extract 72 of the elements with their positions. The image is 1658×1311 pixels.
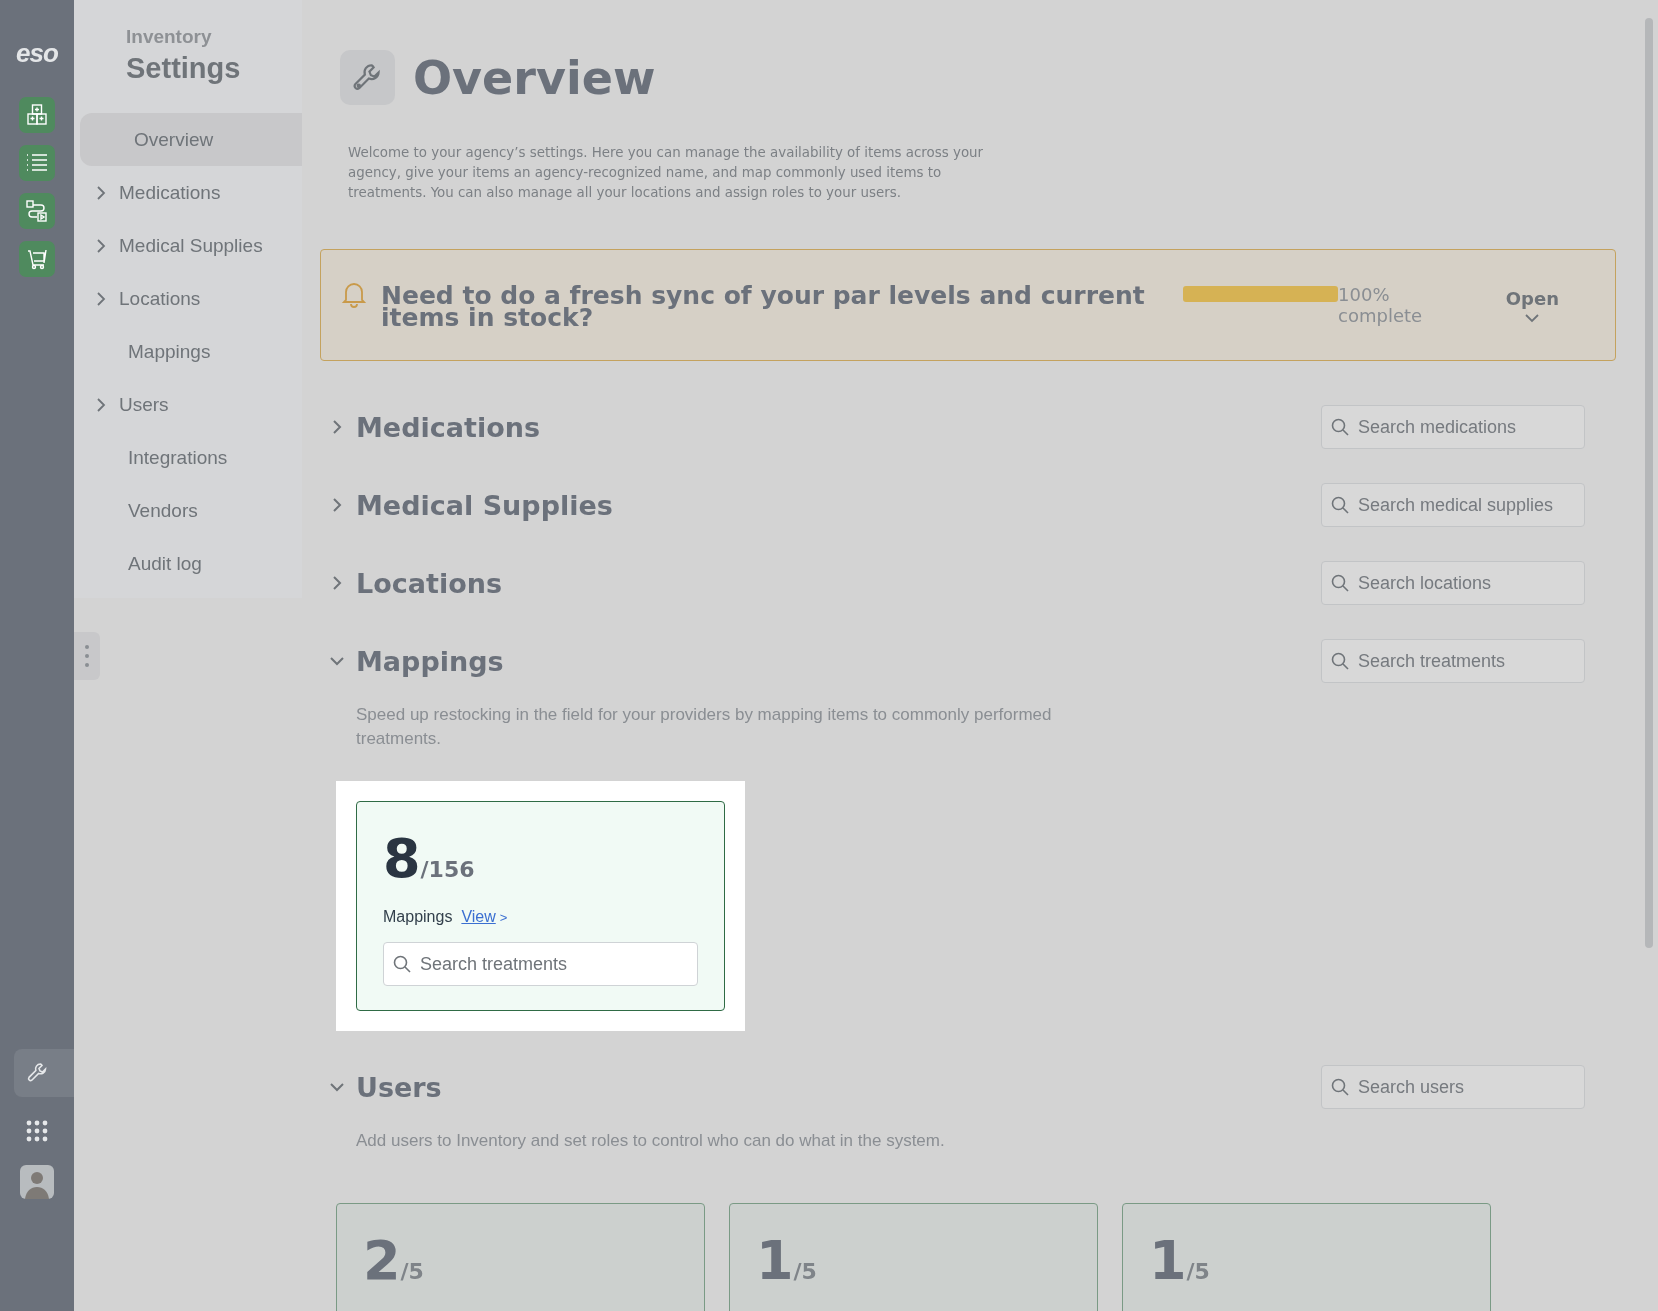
dots-grid-icon [26,1120,48,1142]
search-icon [1331,652,1349,670]
search-field[interactable]: Search medical supplies [1321,483,1585,527]
app-button[interactable] [19,193,55,229]
boxes-icon [25,103,49,127]
stat-total: /5 [400,1259,424,1284]
bell-icon [341,280,367,308]
banner-message: Need to do a fresh sync of your par levels and current items in stock? [381,285,1146,329]
page-description: Welcome to your agency’s settings. Here you can manage the availability of items across your agency, give your items an agency-recognized name, and map commonly used items to treatments. You can also manage all your locations and assign roles to your users. [348,144,985,202]
search-icon [1331,418,1349,436]
progress-caption: complete [1338,305,1424,326]
route-icon [25,199,49,223]
stat-count: 8 [383,832,421,886]
search-field[interactable]: Search locations [1321,561,1585,605]
search-field[interactable]: Search medications [1321,405,1585,449]
open-toggle[interactable]: Open [1499,286,1565,324]
section-description: Add users to Inventory and set roles to control who can do what in the system. [356,1130,946,1152]
sidebar-item[interactable]: Mappings [80,325,302,378]
app-name: Inventory [126,26,213,48]
view-arrow: > [499,910,508,925]
page-title: Overview [413,50,656,105]
search-field[interactable]: Search treatments [1321,639,1585,683]
sidebar-item[interactable]: Medical Supplies [80,219,302,272]
app-button[interactable] [19,145,55,181]
app-logo: eso [16,38,58,69]
cart-icon [25,247,49,271]
chevron-right-icon [332,419,342,435]
stat-total: /5 [1186,1259,1210,1284]
section-title: Mappings [356,645,504,677]
stat-total: /5 [793,1259,817,1284]
section-title: Users [356,1071,442,1103]
card-label: Mappings [383,908,453,926]
sidebar-item[interactable]: Medications [80,166,302,219]
sidebar-resize-handle[interactable] [74,632,100,680]
view-link[interactable]: View [461,908,496,926]
chevron-down-icon [329,1082,345,1092]
app-button[interactable] [19,241,55,277]
sidebar-item[interactable]: Audit log [80,537,302,590]
chevron-right-icon [332,497,342,513]
chevron-right-icon [96,290,106,307]
search-field[interactable]: Search users [1321,1065,1585,1109]
sidebar-item[interactable]: Users [80,378,302,431]
chevron-right-icon [332,575,342,591]
app-button[interactable] [19,97,55,133]
search-icon [1331,1078,1349,1096]
sidebar-title: Settings [126,52,242,85]
progress-percent: 100% [1338,284,1391,305]
stat-count: 1 [756,1234,794,1288]
chevron-down-icon [1524,312,1541,323]
search-icon [1331,496,1349,514]
section-title: Medications [356,411,540,443]
stat-count: 1 [1149,1234,1187,1288]
user-avatar[interactable] [20,1165,54,1199]
sidebar-item[interactable]: Vendors [80,484,302,537]
search-field[interactable]: Search treatments [383,942,698,986]
wrench-icon [340,50,395,105]
sidebar-item[interactable]: Locations [80,272,302,325]
section-description: Speed up restocking in the field for your providers by mapping items to commonly performed treatments. [356,704,1053,750]
chevron-right-icon [96,396,106,413]
sidebar-item[interactable]: Overview [80,113,302,166]
chevron-right-icon [96,237,106,254]
section-title: Medical Supplies [356,489,613,521]
search-icon [1331,574,1349,592]
chevron-down-icon [329,656,345,666]
settings-button[interactable] [14,1049,74,1097]
search-icon [393,955,411,973]
section-title: Locations [356,567,502,599]
sidebar-item[interactable]: Integrations [80,431,302,484]
chevron-right-icon [96,184,106,201]
stat-total: /156 [420,857,475,882]
stat-count: 2 [363,1234,401,1288]
list-icon [25,152,49,174]
